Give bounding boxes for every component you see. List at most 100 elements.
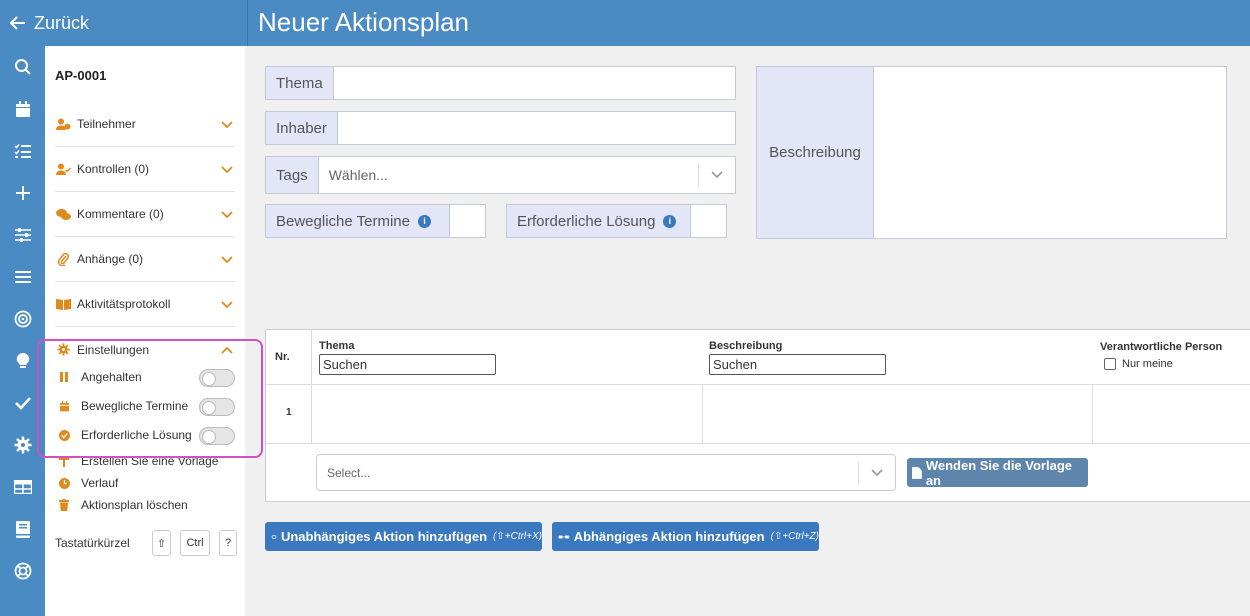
column-divider: [702, 384, 703, 443]
required-solution-checkbox[interactable]: [691, 205, 726, 237]
top-bar: Zurück Neuer Aktionsplan: [0, 0, 1250, 46]
owner-input[interactable]: [337, 112, 735, 144]
column-responsible: Verantwortliche Person: [1100, 341, 1223, 353]
keyboard-shortcuts: Tastatürkürzel ⇧ Ctrl ?: [55, 530, 240, 556]
owner-label: Inhaber: [266, 112, 338, 144]
sliders-icon[interactable]: [12, 224, 34, 246]
add-independent-label: Unabhängiges Aktion hinzufügen: [280, 529, 488, 544]
calendar-icon[interactable]: [12, 98, 34, 120]
action-label: Verlauf: [81, 476, 119, 490]
add-dependent-shortcut: (⇧+Ctrl+Z): [770, 531, 819, 542]
action-label: Erstellen Sie eine Vorlage: [81, 454, 219, 468]
moving-dates-group: Bewegliche Termine i: [265, 204, 486, 238]
column-nr: Nr.: [275, 351, 290, 363]
section-label: Anhänge (0): [77, 252, 144, 266]
side-panel: AP-0001 Teilnehmer Kontrollen (0) Kommen…: [45, 46, 245, 616]
apply-template-button[interactable]: Wenden Sie die Vorlage an: [907, 458, 1088, 488]
chevron-down-icon: [221, 163, 233, 177]
calendar-icon: [57, 400, 71, 412]
target-icon[interactable]: [12, 308, 34, 330]
required-solution-label: Erforderliche Lösung i: [507, 205, 691, 237]
back-button[interactable]: Zurück: [0, 0, 248, 46]
chevron-down-icon: [858, 462, 895, 484]
file-icon: [912, 466, 922, 479]
owner-group: Inhaber: [265, 111, 736, 145]
tags-label: Tags: [266, 157, 319, 193]
trash-icon: [57, 499, 71, 511]
column-description: Beschreibung: [709, 340, 783, 352]
section-activity-log[interactable]: Aktivitätsprotokoll: [55, 282, 235, 327]
chevron-up-icon: [221, 343, 233, 357]
section-comments[interactable]: Kommentare (0): [55, 192, 235, 237]
arrow-left-icon: [10, 16, 25, 30]
moving-dates-label: Bewegliche Termine i: [266, 205, 450, 237]
row-divider: [266, 443, 1250, 444]
user-check-icon: [55, 163, 71, 176]
table-icon[interactable]: [12, 476, 34, 498]
section-label: Kontrollen (0): [77, 162, 150, 176]
add-independent-action-button[interactable]: Unabhängiges Aktion hinzufügen (⇧+Ctrl+X…: [265, 522, 542, 551]
setting-label: Angehalten: [81, 370, 142, 384]
chevron-down-icon[interactable]: [698, 163, 735, 187]
setting-label: Erforderliche Lösung: [81, 428, 192, 442]
delete-plan-link[interactable]: Aktionsplan löschen: [55, 492, 235, 518]
add-dependent-label: Abhängiges Aktion hinzufügen: [573, 529, 765, 544]
add-dependent-action-button[interactable]: Abhängiges Aktion hinzufügen (⇧+Ctrl+Z): [552, 522, 819, 551]
description-search-input[interactable]: [709, 354, 886, 375]
gear-icon[interactable]: [12, 434, 34, 456]
section-label: Aktivitätsprotokoll: [77, 297, 171, 311]
clock-icon: [57, 477, 71, 489]
checklist-icon[interactable]: [12, 140, 34, 162]
tags-select[interactable]: Wählen...: [319, 157, 698, 193]
brush-icon: [57, 455, 71, 467]
plan-id: AP-0001: [55, 68, 107, 83]
shift-key[interactable]: ⇧: [152, 530, 171, 556]
moving-dates-toggle[interactable]: [199, 398, 235, 416]
list-icon[interactable]: [12, 266, 34, 288]
book-open-icon: [55, 298, 71, 310]
only-mine-label: Nur meine: [1122, 358, 1173, 370]
section-controls[interactable]: Kontrollen (0): [55, 147, 235, 192]
independent-action-icon: [271, 534, 277, 539]
topic-label: Thema: [266, 67, 334, 99]
check-icon[interactable]: [12, 392, 34, 414]
chevron-down-icon: [221, 253, 233, 267]
section-label: Einstellungen: [77, 342, 150, 357]
column-divider: [311, 330, 312, 443]
section-label: Kommentare (0): [77, 207, 164, 221]
required-solution-toggle[interactable]: [199, 427, 235, 445]
moving-dates-text: Bewegliche Termine: [276, 212, 410, 230]
book-icon[interactable]: [12, 518, 34, 540]
comments-icon: [55, 208, 71, 221]
topic-search-input[interactable]: [319, 354, 496, 375]
lifebuoy-icon[interactable]: [12, 560, 34, 582]
lightbulb-icon[interactable]: [12, 350, 34, 372]
action-label: Aktionsplan löschen: [81, 498, 188, 512]
column-topic: Thema: [319, 340, 355, 352]
only-mine-checkbox[interactable]: [1104, 358, 1116, 370]
topic-group: Thema: [265, 66, 736, 100]
help-key[interactable]: ?: [219, 530, 237, 556]
moving-dates-checkbox[interactable]: [450, 205, 485, 237]
shortcuts-label: Tastatürkürzel: [55, 536, 130, 550]
required-solution-text: Erforderliche Lösung: [517, 212, 656, 230]
info-icon[interactable]: i: [417, 214, 431, 228]
ctrl-key[interactable]: Ctrl: [180, 530, 210, 556]
paperclip-icon: [55, 252, 71, 266]
page-title: Neuer Aktionsplan: [258, 7, 470, 37]
header-divider: [266, 384, 1250, 385]
description-input[interactable]: [874, 67, 1226, 238]
plus-icon[interactable]: [12, 182, 34, 204]
section-attachments[interactable]: Anhänge (0): [55, 237, 235, 282]
search-icon[interactable]: [12, 56, 34, 78]
section-participants[interactable]: Teilnehmer: [55, 102, 235, 147]
template-select[interactable]: Select...: [316, 454, 896, 491]
description-group: Beschreibung: [756, 66, 1227, 239]
setting-label: Bewegliche Termine: [81, 399, 189, 413]
actions-table: Nr. Thema Beschreibung Verantwortliche P…: [265, 329, 1250, 502]
info-icon[interactable]: i: [663, 214, 677, 228]
paused-toggle[interactable]: [199, 369, 235, 387]
topic-input[interactable]: [333, 67, 735, 99]
chevron-down-icon: [221, 118, 233, 132]
dependent-action-icon: [558, 535, 570, 538]
